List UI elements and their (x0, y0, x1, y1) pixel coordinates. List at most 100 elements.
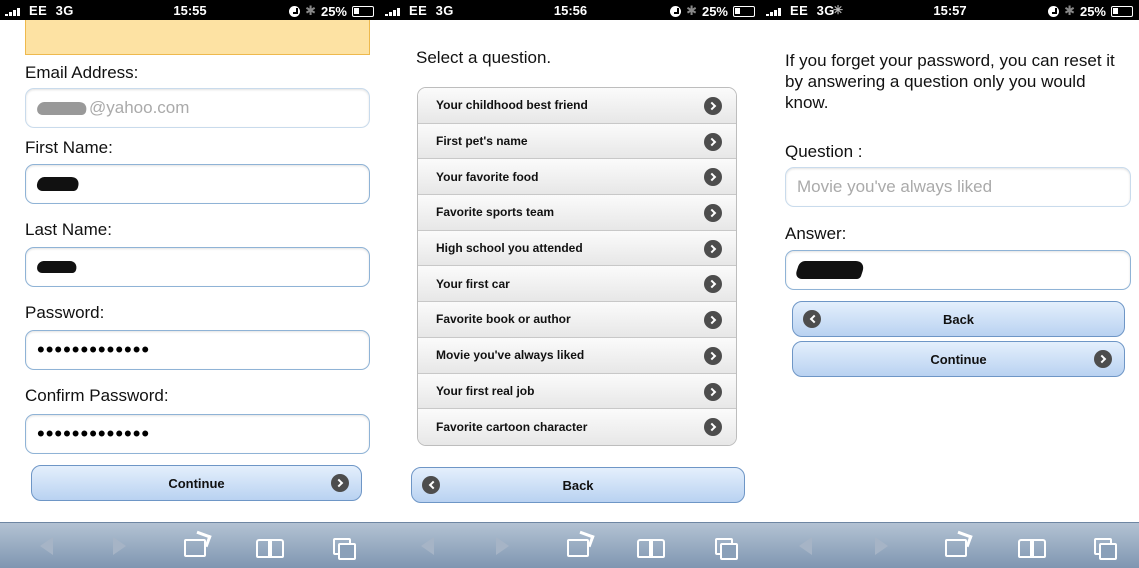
chevron-left-icon (422, 476, 440, 494)
chevron-right-icon (704, 382, 722, 401)
notice-banner (25, 20, 370, 55)
question-list: Your childhood best friend First pet's n… (417, 87, 737, 446)
info-text: If you forget your password, you can res… (785, 51, 1115, 112)
list-item[interactable]: Your first real job (418, 373, 736, 410)
tabs-icon[interactable] (715, 538, 738, 560)
answer-label: Answer: (785, 224, 847, 243)
lock-icon (670, 5, 682, 17)
redacted-scribble (35, 261, 79, 273)
browser-toolbar (380, 522, 761, 568)
question-label: Question : (785, 142, 863, 161)
question-label: Favorite book or author (436, 312, 571, 327)
back-arrow-icon[interactable] (40, 537, 53, 555)
tabs-icon[interactable] (1094, 538, 1117, 560)
status-bar: EE 3G 15:56 ✱ 25% (380, 0, 761, 20)
password-label: Password: (25, 303, 105, 322)
status-bar: EE 3G ✳ 15:57 ✱ 25% (761, 0, 1139, 20)
question-field[interactable]: Movie you've always liked (785, 167, 1131, 207)
tabs-icon[interactable] (333, 538, 356, 560)
battery-icon (733, 5, 755, 17)
list-item[interactable]: Movie you've always liked (418, 337, 736, 374)
lock-icon (289, 5, 301, 17)
lock-icon (1048, 5, 1060, 17)
page-title: Select a question. (416, 48, 552, 67)
back-button[interactable]: Back (792, 301, 1125, 337)
share-icon[interactable] (184, 539, 206, 557)
forward-arrow-icon[interactable] (113, 537, 126, 555)
browser-toolbar (761, 522, 1139, 568)
continue-label: Continue (168, 475, 225, 491)
continue-button[interactable]: Continue (31, 465, 362, 501)
redacted-scribble (34, 101, 90, 115)
browser-toolbar (0, 522, 380, 568)
answer-field[interactable] (785, 250, 1131, 290)
back-arrow-icon[interactable] (799, 537, 812, 555)
chevron-right-icon (704, 311, 722, 330)
list-item[interactable]: High school you attended (418, 230, 736, 267)
email-value: @yahoo.com (89, 98, 190, 117)
email-field[interactable]: @yahoo.com (25, 88, 370, 128)
list-item[interactable]: Favorite book or author (418, 302, 736, 338)
bookmarks-icon[interactable] (1018, 539, 1046, 558)
chevron-left-icon (803, 310, 821, 328)
chevron-right-icon (704, 275, 722, 294)
list-item[interactable]: Your first car (418, 266, 736, 303)
question-value: Movie you've always liked (797, 177, 993, 196)
list-item[interactable]: Your childhood best friend (418, 88, 736, 124)
back-arrow-icon[interactable] (421, 537, 434, 555)
security-question-screen: EE 3G ✳ 15:57 ✱ 25% If you forget your p… (761, 0, 1139, 568)
question-label: Your first real job (436, 383, 535, 398)
confirm-password-label: Confirm Password: (25, 386, 169, 405)
email-label: Email Address: (25, 63, 139, 82)
status-bar: EE 3G 15:55 ✱ 25% (0, 0, 380, 20)
last-name-field[interactable] (25, 247, 370, 287)
battery-percent: 25% (701, 3, 728, 19)
forward-arrow-icon[interactable] (875, 537, 888, 555)
confirm-password-value: ••••••••••••• (37, 421, 151, 446)
bluetooth-icon: ✱ (305, 3, 316, 18)
chevron-right-icon (1094, 350, 1112, 368)
chevron-right-icon (704, 418, 722, 437)
battery-icon (352, 5, 374, 17)
question-label: Your first car (436, 276, 510, 291)
first-name-field[interactable] (25, 164, 370, 204)
list-item[interactable]: Your favorite food (418, 159, 736, 196)
continue-button[interactable]: Continue (792, 341, 1125, 377)
forward-arrow-icon[interactable] (496, 537, 509, 555)
redacted-scribble (34, 177, 82, 191)
question-label: First pet's name (436, 134, 528, 149)
question-select-screen: EE 3G 15:56 ✱ 25% Select a question. You… (380, 0, 761, 568)
chevron-right-icon (704, 168, 722, 187)
registration-screen: EE 3G 15:55 ✱ 25% Email Address: @yahoo.… (0, 0, 380, 568)
back-label: Back (562, 477, 594, 493)
list-item[interactable]: Favorite sports team (418, 195, 736, 231)
battery-icon (1111, 5, 1133, 17)
redacted-scribble (794, 261, 866, 279)
question-label: High school you attended (436, 241, 583, 256)
back-button[interactable]: Back (411, 467, 745, 503)
bookmarks-icon[interactable] (256, 539, 284, 558)
share-icon[interactable] (945, 539, 967, 557)
chevron-right-icon (704, 97, 722, 115)
chevron-right-icon (704, 204, 722, 223)
confirm-password-field[interactable]: ••••••••••••• (25, 414, 370, 454)
password-field[interactable]: ••••••••••••• (25, 330, 370, 370)
share-icon[interactable] (567, 539, 589, 557)
battery-percent: 25% (1079, 3, 1106, 19)
question-label: Favorite sports team (436, 205, 555, 220)
chevron-right-icon (704, 239, 722, 258)
bluetooth-icon: ✱ (686, 3, 697, 18)
first-name-label: First Name: (25, 138, 113, 157)
bluetooth-icon: ✱ (1064, 3, 1075, 18)
question-label: Favorite cartoon character (436, 420, 588, 435)
bookmarks-icon[interactable] (637, 539, 665, 558)
continue-label: Continue (930, 351, 987, 367)
question-label: Your childhood best friend (436, 98, 588, 113)
list-item[interactable]: Favorite cartoon character (418, 409, 736, 445)
last-name-label: Last Name: (25, 220, 112, 239)
question-label: Movie you've always liked (436, 348, 585, 363)
chevron-right-icon (331, 474, 349, 492)
battery-percent: 25% (320, 3, 347, 19)
question-label: Your favorite food (436, 169, 539, 184)
list-item[interactable]: First pet's name (418, 123, 736, 160)
